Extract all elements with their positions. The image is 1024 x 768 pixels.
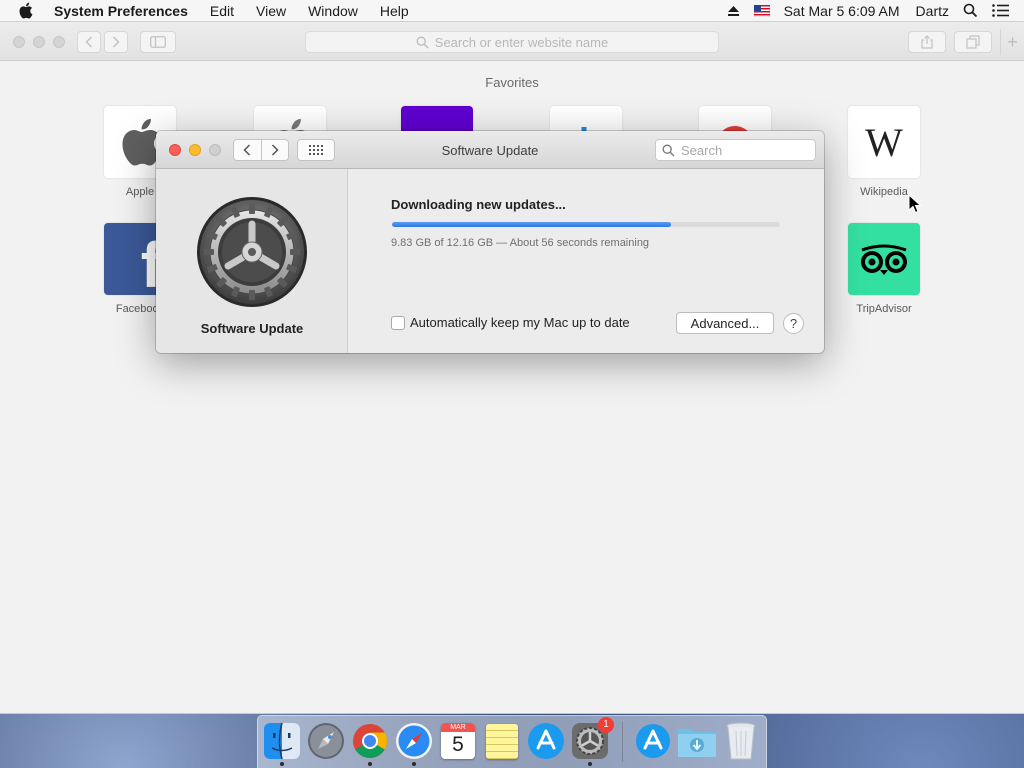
dock: MAR 5 1 <box>257 715 767 768</box>
auto-update-checkbox[interactable] <box>391 315 405 330</box>
search-placeholder: Search <box>681 142 723 158</box>
favorite-tile: W <box>848 106 920 178</box>
download-status: Downloading new updates... <box>391 197 566 212</box>
download-progress-fill <box>392 222 672 227</box>
safari-minimize-button[interactable] <box>33 36 45 48</box>
dock-trash[interactable] <box>721 721 761 761</box>
share-button[interactable] <box>908 31 946 53</box>
running-indicator <box>368 762 372 766</box>
spotlight-icon[interactable] <box>963 3 978 18</box>
advanced-button[interactable]: Advanced... <box>676 312 774 334</box>
calendar-month: MAR <box>441 723 475 732</box>
dock-safari[interactable] <box>394 721 434 766</box>
favorites-heading: Favorites <box>485 75 539 90</box>
favorite-label: TripAdvisor <box>856 303 912 315</box>
dock-separator <box>622 722 623 762</box>
chevron-left-icon <box>85 36 93 48</box>
mouse-cursor-icon <box>908 193 922 217</box>
trash-icon <box>726 722 756 760</box>
dock-applications-stack[interactable] <box>633 721 673 761</box>
downloads-folder-icon <box>678 729 716 757</box>
chrome-icon <box>353 724 387 758</box>
calendar-icon: MAR 5 <box>441 723 475 759</box>
running-indicator <box>412 762 416 766</box>
tripadvisor-owl-icon <box>861 244 907 275</box>
menu-user[interactable]: Dartz <box>916 3 949 19</box>
safari-forward-button[interactable] <box>104 31 128 53</box>
notes-icon <box>486 723 518 759</box>
software-update-window: Software Update Search Software Update D… <box>156 131 824 353</box>
applications-folder-icon <box>636 724 670 758</box>
chevron-right-icon <box>112 36 120 48</box>
running-indicator <box>588 762 592 766</box>
dock-finder[interactable] <box>262 721 302 766</box>
pane-title: Software Update <box>200 321 304 336</box>
app-store-icon <box>528 723 564 759</box>
dock-downloads-stack[interactable] <box>677 721 717 761</box>
auto-update-label: Automatically keep my Mac up to date <box>410 315 630 330</box>
safari-close-button[interactable] <box>13 36 25 48</box>
running-indicator <box>280 762 284 766</box>
menu-view[interactable]: View <box>256 3 286 19</box>
menu-edit[interactable]: Edit <box>210 3 234 19</box>
menu-app-name[interactable]: System Preferences <box>54 3 188 19</box>
software-update-sidebar: Software Update <box>156 169 348 353</box>
dock-notes[interactable] <box>482 721 522 761</box>
dock-app-store[interactable] <box>526 721 566 761</box>
plus-icon: + <box>1007 31 1018 52</box>
eject-icon[interactable] <box>727 5 740 17</box>
dock-launchpad[interactable] <box>306 721 346 761</box>
favorite-tripadvisor[interactable]: TripAdvisor <box>848 223 920 315</box>
safari-toolbar: Search or enter website name + <box>0 22 1024 61</box>
tab-overview-button[interactable] <box>954 31 992 53</box>
menu-bar: System Preferences Edit View Window Help… <box>0 0 1024 22</box>
dock-system-preferences[interactable]: 1 <box>570 717 614 766</box>
notification-badge: 1 <box>598 717 614 733</box>
input-flag-us-icon[interactable] <box>753 4 770 17</box>
apple-menu-icon[interactable] <box>18 2 38 19</box>
favorite-wikipedia[interactable]: W Wikipedia <box>848 106 920 198</box>
help-button[interactable]: ? <box>783 313 804 334</box>
safari-zoom-button[interactable] <box>53 36 65 48</box>
safari-compass-icon <box>396 723 432 759</box>
sidebar-icon <box>150 36 166 48</box>
search-icon <box>662 144 675 156</box>
software-update-gear-icon <box>196 196 308 311</box>
notification-center-icon[interactable] <box>992 4 1010 17</box>
dock-chrome[interactable] <box>350 721 390 766</box>
address-bar-placeholder: Search or enter website name <box>434 34 609 50</box>
download-progress-bar <box>392 222 780 227</box>
auto-update-checkbox-row[interactable]: Automatically keep my Mac up to date <box>391 315 630 330</box>
search-icon <box>416 36 429 48</box>
menu-clock[interactable]: Sat Mar 5 6:09 AM <box>784 3 900 19</box>
sidebar-toggle-button[interactable] <box>140 31 176 53</box>
finder-icon <box>264 722 300 760</box>
favorite-tile <box>848 223 920 295</box>
address-bar[interactable]: Search or enter website name <box>305 31 719 53</box>
wikipedia-logo-icon: W <box>865 119 903 165</box>
software-update-titlebar: Software Update Search <box>156 131 824 169</box>
download-detail: 9.83 GB of 12.16 GB — About 56 seconds r… <box>391 237 650 249</box>
new-tab-button[interactable]: + <box>1000 29 1024 55</box>
safari-window: Search or enter website name + Favorites… <box>0 22 1024 714</box>
tabs-icon <box>966 35 980 49</box>
menu-help[interactable]: Help <box>380 3 409 19</box>
share-icon <box>921 35 933 49</box>
menu-window[interactable]: Window <box>308 3 358 19</box>
dock-calendar[interactable]: MAR 5 <box>438 721 478 761</box>
preferences-search-field[interactable]: Search <box>655 139 816 161</box>
calendar-day: 5 <box>452 733 464 756</box>
launchpad-rocket-icon <box>308 723 344 759</box>
safari-back-button[interactable] <box>77 31 101 53</box>
